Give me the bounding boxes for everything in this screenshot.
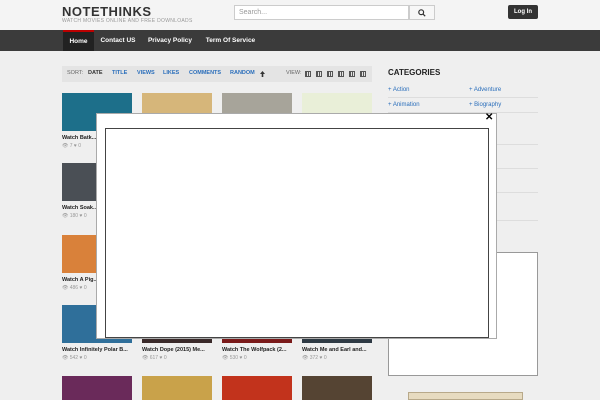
movie-thumbnail[interactable] bbox=[142, 376, 212, 400]
likes-count: 0 bbox=[83, 285, 87, 291]
likes-icon: ♥ bbox=[239, 355, 243, 361]
likes-count: 0 bbox=[78, 143, 82, 149]
likes-count: 0 bbox=[83, 213, 87, 219]
views-icon: 👁 bbox=[62, 355, 69, 361]
sidebar-banner[interactable] bbox=[408, 392, 523, 400]
category-divider bbox=[497, 192, 538, 193]
views-icon: 👁 bbox=[222, 355, 229, 361]
views-icon: 👁 bbox=[142, 355, 149, 361]
movie-card[interactable] bbox=[222, 376, 292, 400]
view-compact-icon[interactable] bbox=[360, 71, 366, 77]
category-divider bbox=[497, 168, 538, 169]
views-icon: 👁 bbox=[62, 143, 69, 149]
category-divider bbox=[388, 97, 538, 98]
nav-privacy-policy[interactable]: Privacy Policy bbox=[144, 30, 196, 51]
nav-home[interactable]: Home bbox=[63, 30, 94, 51]
movie-stats: 👁 530 ♥ 0 bbox=[222, 355, 292, 361]
likes-count: 0 bbox=[243, 355, 247, 361]
sort-random[interactable]: RANDOM bbox=[230, 70, 255, 76]
category-animation[interactable]: + Animation bbox=[388, 102, 420, 108]
likes-count: 0 bbox=[323, 355, 327, 361]
close-icon[interactable]: ✕ bbox=[485, 112, 493, 123]
view-list-icon[interactable] bbox=[305, 71, 311, 77]
views-count: 7 bbox=[69, 143, 73, 149]
category-adventure[interactable]: + Adventure bbox=[469, 87, 501, 93]
category-divider bbox=[497, 220, 538, 221]
modal-content-frame bbox=[105, 128, 489, 338]
views-count: 486 bbox=[69, 285, 79, 291]
site-tagline: WATCH MOVIES ONLINE AND FREE DOWNLOADS bbox=[62, 18, 193, 24]
main-nav: Home Contact US Privacy Policy Term Of S… bbox=[0, 30, 600, 51]
likes-icon: ♥ bbox=[79, 285, 83, 291]
modal-overlay: ✕ bbox=[96, 112, 497, 339]
login-button[interactable]: Log In bbox=[508, 5, 538, 19]
search-button[interactable] bbox=[409, 5, 435, 20]
movie-thumbnail[interactable] bbox=[62, 376, 132, 400]
movie-thumbnail[interactable] bbox=[222, 376, 292, 400]
views-icon: 👁 bbox=[62, 285, 69, 291]
category-label: Adventure bbox=[473, 87, 502, 93]
category-biography[interactable]: + Biography bbox=[469, 102, 501, 108]
views-count: 542 bbox=[69, 355, 79, 361]
sort-views[interactable]: VIEWS bbox=[137, 70, 155, 76]
view-label: VIEW: bbox=[286, 70, 302, 76]
likes-icon: ♥ bbox=[79, 213, 83, 219]
likes-icon: ♥ bbox=[319, 355, 323, 361]
likes-count: 0 bbox=[83, 355, 87, 361]
likes-icon: ♥ bbox=[79, 355, 83, 361]
category-label: Biography bbox=[474, 102, 502, 108]
likes-icon: ♥ bbox=[159, 355, 163, 361]
sort-comments[interactable]: COMMENTS bbox=[189, 70, 221, 76]
movie-title[interactable]: Watch Dope (2015) Me... bbox=[142, 347, 212, 353]
likes-count: 0 bbox=[163, 355, 167, 361]
sort-date[interactable]: DATE bbox=[88, 70, 103, 76]
movie-title[interactable]: Watch Me and Earl and... bbox=[302, 347, 372, 353]
category-label: Animation bbox=[392, 102, 420, 108]
top-bar: NOTETHINKS WATCH MOVIES ONLINE AND FREE … bbox=[0, 0, 600, 30]
movie-stats: 👁 617 ♥ 0 bbox=[142, 355, 212, 361]
search-icon bbox=[418, 9, 426, 17]
views-icon: 👁 bbox=[62, 213, 69, 219]
movie-card[interactable] bbox=[62, 376, 132, 400]
view-detail-icon[interactable] bbox=[349, 71, 355, 77]
site-logo[interactable]: NOTETHINKS bbox=[62, 4, 152, 19]
movie-stats: 👁 372 ♥ 0 bbox=[302, 355, 372, 361]
movie-thumbnail[interactable] bbox=[302, 376, 372, 400]
views-icon: 👁 bbox=[302, 355, 309, 361]
category-divider bbox=[497, 144, 538, 145]
views-count: 530 bbox=[229, 355, 239, 361]
movie-title[interactable]: Watch The Wolfpack (2... bbox=[222, 347, 292, 353]
movie-stats: 👁 542 ♥ 0 bbox=[62, 355, 132, 361]
likes-icon: ♥ bbox=[73, 143, 77, 149]
sort-label: SORT: bbox=[67, 70, 84, 76]
nav-term-of-service[interactable]: Term Of Service bbox=[201, 30, 260, 51]
category-label: Action bbox=[392, 87, 410, 93]
views-count: 372 bbox=[309, 355, 319, 361]
views-count: 180 bbox=[69, 213, 79, 219]
category-action[interactable]: + Action bbox=[388, 87, 410, 93]
view-grid-icon[interactable] bbox=[327, 71, 333, 77]
movie-card[interactable] bbox=[142, 376, 212, 400]
view-grid-large-icon[interactable] bbox=[338, 71, 344, 77]
sort-arrow-up-icon[interactable] bbox=[260, 71, 265, 77]
views-count: 617 bbox=[149, 355, 159, 361]
movie-card[interactable] bbox=[302, 376, 372, 400]
search-input[interactable]: Search... bbox=[234, 5, 409, 20]
categories-title: CATEGORIES bbox=[388, 68, 441, 77]
nav-contact-us[interactable]: Contact US bbox=[96, 30, 140, 51]
sort-likes[interactable]: LIKES bbox=[163, 70, 179, 76]
sort-title[interactable]: TITLE bbox=[112, 70, 127, 76]
view-grid-small-icon[interactable] bbox=[316, 71, 322, 77]
sort-bar: SORT: DATE TITLE VIEWS LIKES COMMENTS RA… bbox=[62, 66, 372, 82]
movie-title[interactable]: Watch Infinitely Polar B... bbox=[62, 347, 132, 353]
